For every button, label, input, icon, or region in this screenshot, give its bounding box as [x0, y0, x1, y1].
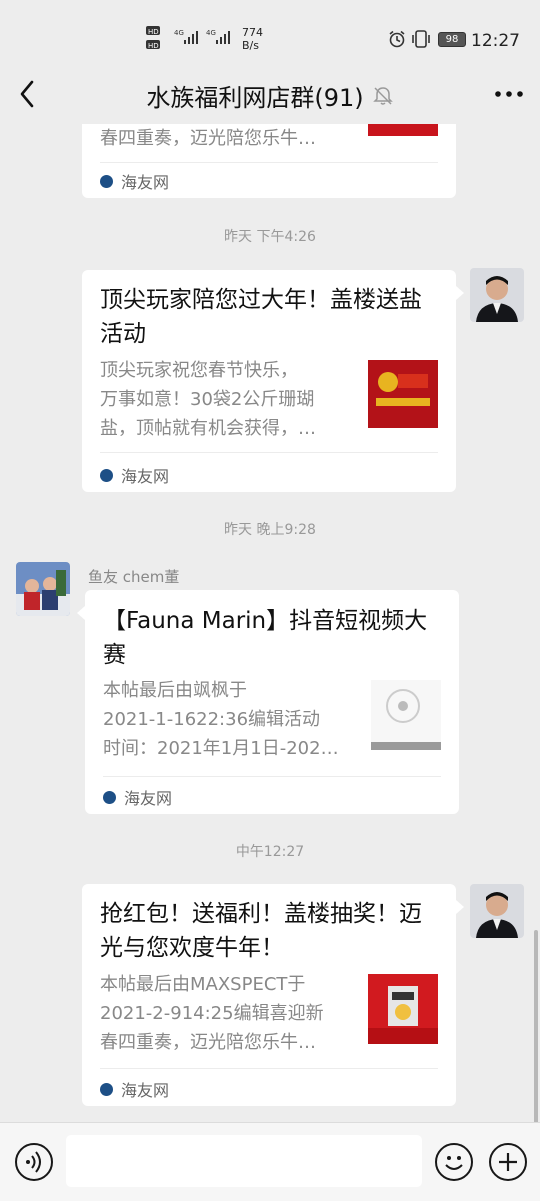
alarm-icon — [388, 30, 406, 52]
link-card-message[interactable]: 【Fauna Marin】抖音短视频大赛 本帖最后由飒枫于 2021-1-162… — [85, 590, 459, 814]
timestamp: 昨天 下午4:26 — [224, 229, 316, 245]
card-divider — [100, 162, 438, 163]
svg-text:4G: 4G — [174, 29, 184, 37]
card-description: 顶尖玩家祝您春节快乐， 万事如意！30袋2公斤珊瑚 盐，顶帖就有机会获得，… — [100, 356, 345, 443]
card-description-line: 万事如意！30袋2公斤珊瑚 — [100, 389, 315, 410]
card-description-line: 2021-1-1622:36编辑活动 — [103, 709, 321, 730]
card-description-line: 本帖最后由飒枫于 — [103, 680, 247, 701]
svg-text:HD: HD — [148, 42, 159, 50]
network-speed: 774 B/s — [242, 26, 263, 52]
card-title: 【Fauna Marin】抖音短视频大赛 — [103, 608, 428, 668]
chat-title-area: 水族福利网店群(91) — [0, 78, 540, 113]
source-logo-icon — [100, 468, 113, 482]
card-description-line: 时间：2021年1月1日-202… — [103, 738, 339, 759]
card-source: 海友网 — [100, 464, 169, 486]
timestamp: 中午12:27 — [235, 844, 305, 860]
link-card-message[interactable]: 顶尖玩家陪您过大年！盖楼送盐活动 顶尖玩家祝您春节快乐， 万事如意！30袋2公斤… — [82, 270, 456, 492]
card-title: 抢红包！送福利！盖楼抽奖！迈光与您欢度牛年！ — [100, 901, 422, 961]
mute-bell-icon — [372, 86, 393, 105]
battery-icon: 98 — [438, 32, 466, 47]
card-description-line: 春四重奏，迈光陪您乐牛… — [100, 1032, 316, 1053]
plus-button[interactable] — [489, 1143, 527, 1181]
link-card-message[interactable]: 抢红包！送福利！盖楼抽奖！迈光与您欢度牛年！ 本帖最后由MAXSPECT于 20… — [82, 884, 456, 1106]
network-speed-value: 774 — [242, 26, 263, 39]
sender-name: 鱼友 chem董 — [88, 568, 180, 586]
source-logo-icon — [103, 790, 116, 804]
card-thumbnail — [371, 680, 441, 750]
bubble-tail — [456, 900, 464, 914]
card-source: 海友网 — [100, 170, 169, 192]
message-input[interactable] — [66, 1135, 422, 1187]
card-thumbnail — [368, 360, 438, 428]
source-logo-icon — [100, 1082, 113, 1096]
card-description-line: 顶尖玩家祝您春节快乐， — [100, 360, 298, 381]
card-description: 春四重奏，迈光陪您乐牛… — [100, 124, 345, 153]
card-source-name: 海友网 — [121, 1081, 170, 1100]
card-title: 顶尖玩家陪您过大年！盖楼送盐活动 — [100, 287, 422, 347]
card-source-name: 海友网 — [121, 467, 170, 486]
avatar[interactable] — [16, 562, 70, 616]
card-description-line: 盐，顶帖就有机会获得，… — [100, 418, 316, 439]
source-logo-icon — [100, 174, 113, 188]
card-description-line: 春四重奏，迈光陪您乐牛… — [100, 128, 316, 149]
vibrate-icon — [410, 30, 432, 52]
svg-text:HD: HD — [148, 28, 159, 36]
card-divider — [103, 776, 441, 777]
timestamp: 昨天 晚上9:28 — [224, 522, 316, 538]
card-source-name: 海友网 — [124, 789, 173, 808]
plus-icon — [499, 1153, 517, 1171]
scrollbar[interactable] — [534, 930, 538, 1130]
card-divider — [100, 1068, 438, 1069]
svg-text:4G: 4G — [206, 29, 216, 37]
input-bar — [0, 1122, 540, 1201]
card-description: 本帖最后由飒枫于 2021-1-1622:36编辑活动 时间：2021年1月1日… — [103, 676, 348, 763]
voice-icon — [26, 1151, 41, 1173]
card-source: 海友网 — [100, 1078, 169, 1100]
chat-title: 水族福利网店群(91) — [146, 84, 364, 112]
card-thumbnail — [368, 974, 438, 1044]
card-description-line: 2021-2-914:25编辑喜迎新 — [100, 1003, 324, 1024]
voice-button[interactable] — [15, 1143, 53, 1181]
card-description-line: 本帖最后由MAXSPECT于 — [100, 974, 306, 995]
card-divider — [100, 452, 438, 453]
signal-hd-icon: HD HD 4G 4G — [146, 26, 246, 59]
header-shadow — [0, 110, 540, 124]
more-button[interactable] — [492, 76, 526, 112]
network-speed-unit: B/s — [242, 39, 259, 52]
avatar[interactable] — [470, 268, 524, 322]
more-icon — [495, 91, 523, 97]
clock: 12:27 — [471, 31, 520, 51]
emoji-icon — [445, 1156, 463, 1170]
bubble-tail — [456, 286, 464, 300]
emoji-button[interactable] — [435, 1143, 473, 1181]
card-description: 本帖最后由MAXSPECT于 2021-2-914:25编辑喜迎新 春四重奏，迈… — [100, 970, 345, 1057]
bubble-tail — [77, 606, 85, 620]
battery-level: 98 — [445, 34, 459, 45]
card-source: 海友网 — [103, 786, 172, 808]
card-source-name: 海友网 — [121, 173, 170, 192]
avatar[interactable] — [470, 884, 524, 938]
